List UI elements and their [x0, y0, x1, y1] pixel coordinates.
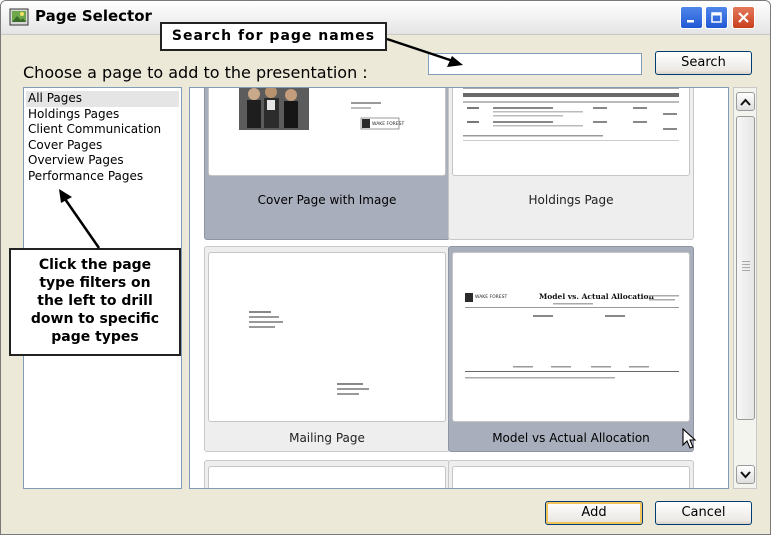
- cover-logo-text: WAKE FOREST: [372, 121, 404, 127]
- gallery-scrollbar[interactable]: [733, 87, 757, 489]
- page-tile-partial-left[interactable]: [204, 460, 450, 488]
- filter-callout-line: page types: [51, 329, 139, 345]
- tile-caption: Cover Page with Image: [257, 193, 397, 207]
- tile-caption: Holdings Page: [528, 193, 614, 207]
- search-input[interactable]: [428, 53, 642, 75]
- maximize-button[interactable]: [705, 6, 728, 29]
- holdings-page-thumbnail: [452, 88, 690, 176]
- add-button[interactable]: Add: [545, 501, 643, 525]
- filter-item-client-communication[interactable]: Client Communication: [26, 122, 179, 138]
- filter-item-performance-pages[interactable]: Performance Pages: [26, 169, 179, 185]
- page-tile-partial-right[interactable]: [448, 460, 694, 488]
- scroll-down-button[interactable]: [736, 465, 755, 484]
- search-button[interactable]: Search: [655, 51, 752, 75]
- filter-item-all-pages[interactable]: All Pages: [26, 91, 179, 107]
- partial-thumbnail: [208, 466, 446, 488]
- search-callout: Search for page names: [160, 22, 387, 51]
- page-tile-model-vs-actual[interactable]: WAKE FOREST Model vs. Actual Allocation: [448, 246, 697, 452]
- model-title-text: Model vs. Actual Allocation: [539, 292, 654, 301]
- partial-thumbnail: [452, 466, 690, 488]
- mailing-page-thumbnail: [208, 252, 446, 422]
- cancel-button[interactable]: Cancel: [655, 501, 752, 525]
- window-title: Page Selector: [35, 7, 152, 25]
- app-icon: [9, 8, 29, 26]
- filter-item-overview-pages[interactable]: Overview Pages: [26, 153, 179, 169]
- cover-page-thumbnail: WAKE FOREST: [208, 88, 446, 176]
- page-gallery: WAKE FOREST Cover Page with Image Holdin…: [189, 87, 729, 489]
- chevron-up-icon: [740, 98, 751, 106]
- model-allocation-thumbnail: WAKE FOREST Model vs. Actual Allocation: [452, 252, 690, 422]
- scroll-thumb[interactable]: [736, 116, 755, 420]
- filter-item-cover-pages[interactable]: Cover Pages: [26, 138, 179, 154]
- filter-item-holdings-pages[interactable]: Holdings Pages: [26, 107, 179, 123]
- filter-callout-line: down to specific: [30, 311, 160, 327]
- page-tile-cover-with-image[interactable]: WAKE FOREST Cover Page with Image: [204, 88, 450, 240]
- minimize-button[interactable]: [680, 6, 703, 29]
- page-tile-holdings[interactable]: Holdings Page: [448, 88, 694, 240]
- scroll-up-button[interactable]: [736, 92, 755, 111]
- close-button[interactable]: [732, 6, 755, 29]
- filter-callout-line: the left to drill: [37, 293, 153, 309]
- page-tile-mailing[interactable]: Mailing Page: [204, 246, 450, 452]
- tile-caption: Mailing Page: [289, 431, 365, 445]
- mouse-pointer-icon: [682, 428, 697, 449]
- model-logo-text: WAKE FOREST: [475, 294, 507, 300]
- filter-callout-line: Click the page: [38, 257, 152, 273]
- filter-callout-line: type filters on: [39, 275, 151, 291]
- chevron-down-icon: [740, 470, 751, 478]
- instruction-label: Choose a page to add to the presentation…: [23, 63, 368, 82]
- tile-caption: Model vs Actual Allocation: [492, 431, 650, 445]
- page-selector-window: Page Selector Choose a page to add to th…: [0, 0, 771, 535]
- filter-callout: Click the page type filters on the left …: [9, 248, 181, 356]
- grip-icon: [742, 261, 750, 271]
